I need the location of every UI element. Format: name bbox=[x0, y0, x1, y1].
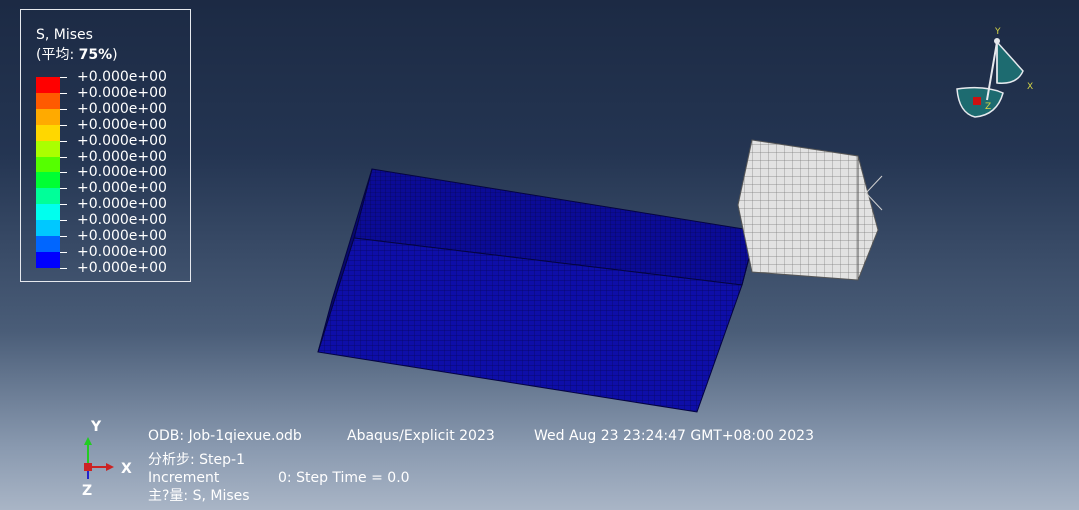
axis-y-label: Y bbox=[90, 419, 102, 435]
increment-label: Increment bbox=[148, 470, 220, 486]
triad-z-label: Z bbox=[985, 102, 991, 112]
odb-name: ODB: Job-1qiexue.odb bbox=[148, 428, 302, 444]
primary-variable: 主?量: S, Mises bbox=[148, 488, 250, 504]
global-axis-icon: Y X Z bbox=[82, 419, 132, 499]
triad-y-label: Y bbox=[994, 27, 1001, 37]
axis-z-label: Z bbox=[82, 483, 92, 499]
step-label: 分析步: Step-1 bbox=[148, 452, 246, 468]
increment-value: 0: Step Time = 0.0 bbox=[278, 470, 410, 486]
timestamp: Wed Aug 23 23:24:47 GMT+08:00 2023 bbox=[534, 428, 814, 444]
view-orientation-triad[interactable]: Y X Z bbox=[945, 25, 1045, 125]
solver-version: Abaqus/Explicit 2023 bbox=[347, 428, 495, 444]
grey-cube-part[interactable] bbox=[737, 139, 883, 281]
triad-x-label: X bbox=[1027, 82, 1033, 92]
blue-slab-part[interactable] bbox=[317, 168, 757, 413]
axis-x-label: X bbox=[121, 461, 132, 477]
